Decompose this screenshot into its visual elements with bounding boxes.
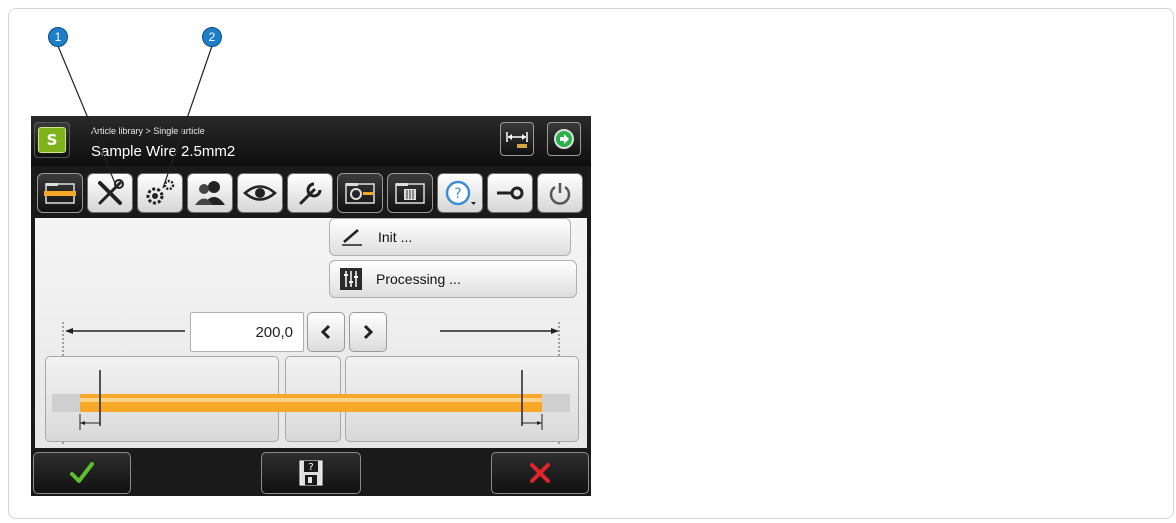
save-question-icon: ?: [299, 460, 323, 486]
title-bar: S Article library > Single article Sampl…: [31, 116, 591, 166]
power-icon: [549, 183, 571, 205]
length-measure-icon: [506, 132, 528, 148]
processing-folder-icon: [395, 183, 425, 204]
save-button[interactable]: ?: [261, 452, 361, 494]
tool-processing-folder[interactable]: [387, 173, 433, 213]
callout-1: 1: [48, 27, 68, 47]
bottom-bar: ?: [31, 450, 591, 496]
cross-icon: [530, 463, 550, 483]
callout-1-label: 1: [54, 30, 62, 44]
callout-2: 2: [202, 27, 222, 47]
checkmark-icon: [70, 462, 94, 483]
tool-tools[interactable]: [87, 173, 133, 213]
tool-users[interactable]: [187, 173, 233, 213]
machine-screen: S Article library > Single article Sampl…: [31, 116, 591, 496]
length-measure-button[interactable]: [500, 122, 534, 156]
confirm-button[interactable]: [33, 452, 131, 494]
settings-gears-icon: [146, 179, 175, 205]
forward-icon: [554, 129, 574, 149]
tool-power[interactable]: [537, 173, 583, 213]
tool-login[interactable]: [487, 173, 533, 213]
cancel-button[interactable]: [491, 452, 589, 494]
tool-camera-folder[interactable]: [337, 173, 383, 213]
tools-icon: [98, 179, 124, 205]
app-logo-icon: S: [38, 127, 66, 153]
wire-diagram: [52, 370, 570, 430]
tool-help[interactable]: ?: [437, 173, 483, 213]
article-name: Sample Wire 2.5mm2: [91, 143, 236, 160]
breadcrumb: Article library > Single article: [91, 126, 205, 136]
users-icon: [195, 181, 225, 205]
main-toolbar: ?: [31, 170, 591, 216]
svg-text:?: ?: [308, 462, 313, 473]
key-icon: [497, 186, 524, 200]
eye-icon: [243, 185, 277, 201]
callout-2-label: 2: [208, 30, 216, 44]
content-area: Init ... Processing ... 200,0: [35, 218, 587, 448]
tool-settings[interactable]: [137, 173, 183, 213]
wire-folder-icon: [44, 183, 76, 204]
wrench-icon: [299, 182, 322, 205]
help-icon: ?: [445, 180, 476, 206]
tool-service[interactable]: [287, 173, 333, 213]
tool-view[interactable]: [237, 173, 283, 213]
svg-text:?: ?: [454, 186, 461, 202]
tool-wire-folder[interactable]: [37, 173, 83, 213]
camera-folder-icon: [345, 183, 375, 204]
home-button[interactable]: S: [34, 122, 70, 158]
logo-letter: S: [46, 131, 58, 149]
forward-button[interactable]: [547, 122, 581, 156]
